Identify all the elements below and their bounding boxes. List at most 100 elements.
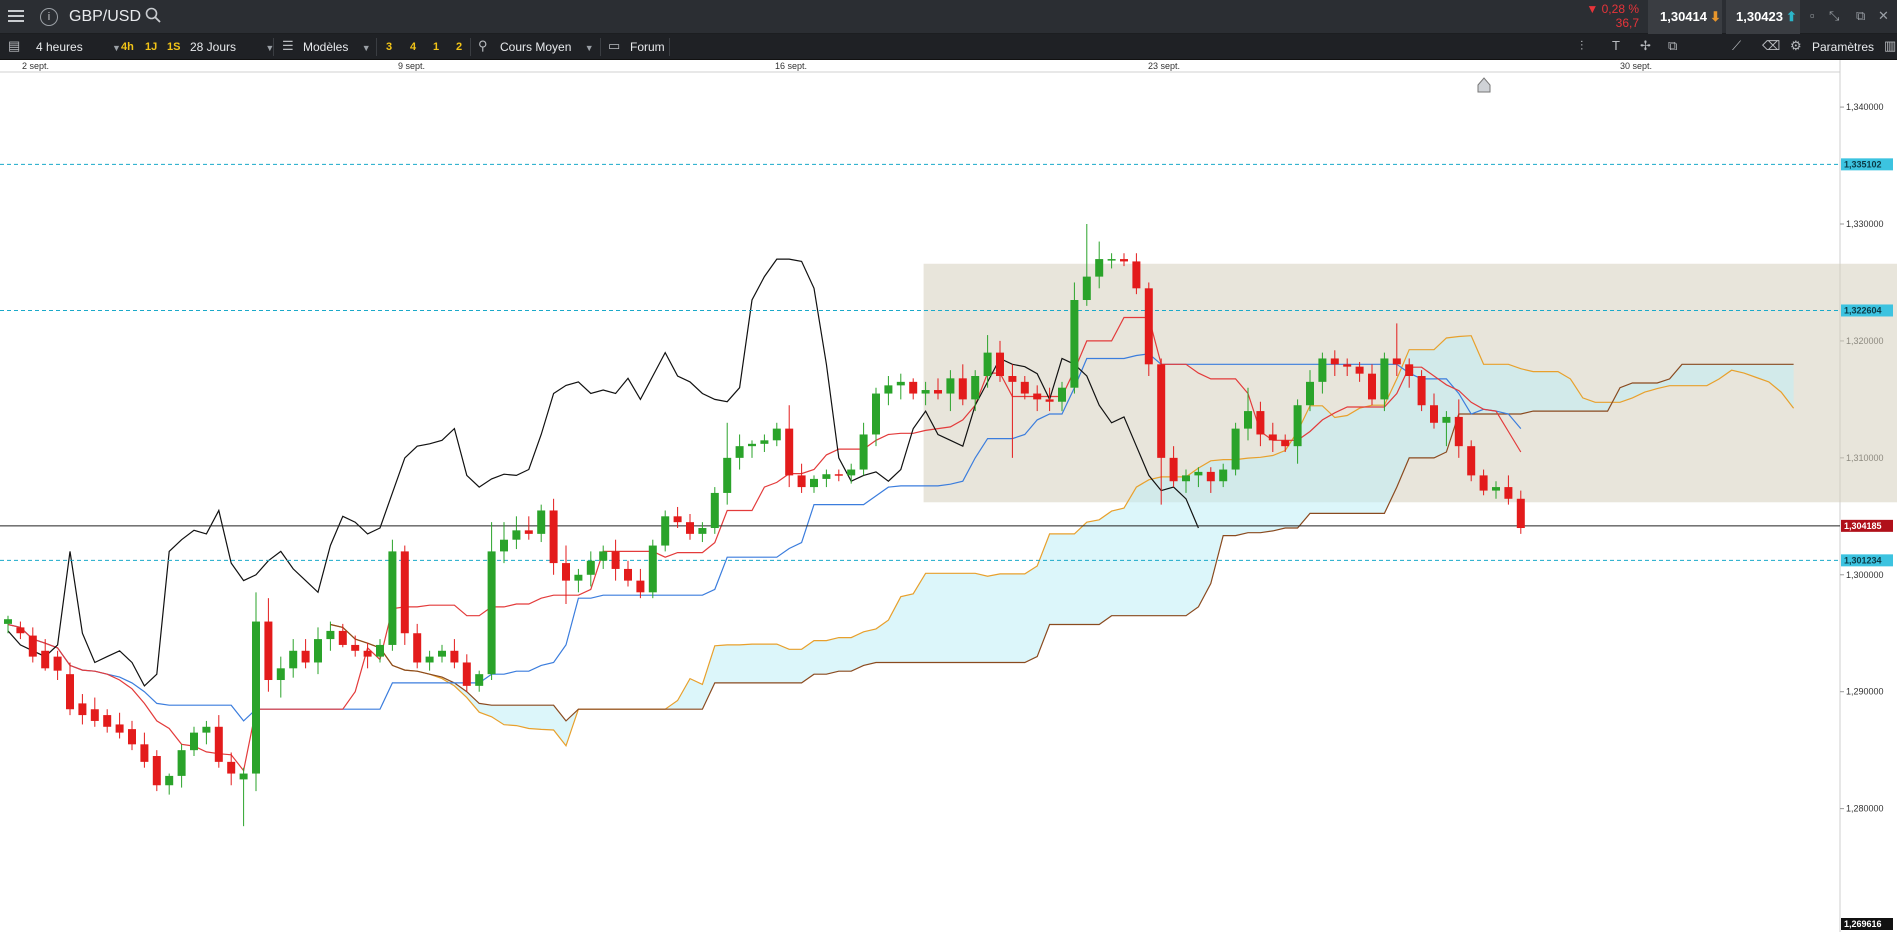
candle-up (1293, 405, 1302, 447)
candle-up (661, 516, 670, 546)
candle-up (1058, 387, 1066, 402)
price-type-select[interactable]: Cours Moyen ▼ (500, 39, 594, 56)
search-icon[interactable] (145, 7, 161, 29)
candle-down (1479, 475, 1488, 491)
candle-up (1219, 469, 1228, 482)
candle-down (1120, 259, 1128, 262)
eraser-icon[interactable]: ⌫ (1762, 38, 1780, 54)
candle-down (562, 563, 570, 581)
chevron-down-icon: ▼ (584, 43, 594, 53)
panel-toggle-icon[interactable]: ▥ (1884, 38, 1896, 54)
candle-down (214, 726, 223, 762)
buy-price-button[interactable]: 1,30423 ⬆ (1726, 0, 1800, 34)
separator (376, 38, 377, 56)
list-icon[interactable]: ▤ (8, 38, 20, 54)
candle-down (1392, 358, 1401, 365)
preset-2[interactable]: 2 (456, 39, 462, 55)
candle-up (252, 621, 260, 774)
price-chart[interactable]: 2 sept. 9 sept. 16 sept. 23 sept. 30 sept. 1,… (0, 60, 1897, 932)
candle-down (301, 650, 310, 663)
candle-up (487, 551, 496, 675)
candle-down (1330, 358, 1339, 365)
candle-up (314, 639, 322, 663)
timeframe-select[interactable]: 4 heures ▼ (36, 39, 121, 56)
info-icon[interactable]: i (40, 8, 58, 26)
candle-down (611, 551, 620, 569)
quick-frame-4h[interactable]: 4h (121, 39, 134, 55)
quick-frame-1j[interactable]: 1J (145, 39, 157, 55)
arrow-down-icon: ⬇ (1710, 9, 1721, 24)
candle-up (1380, 358, 1389, 400)
candle-down (636, 580, 645, 593)
collapse-icon[interactable]: ⤡ (1829, 8, 1839, 24)
crosshair-icon[interactable]: ✢ (1640, 38, 1651, 54)
models-select[interactable]: Modèles ▼ (303, 39, 371, 56)
title-bar: i GBP/USD ▼ 0,28 % 36,7 1,30414 ⬇ 1,30423… (0, 0, 1897, 34)
candle-up (202, 726, 211, 733)
price-level-label: 1,322604 (1844, 305, 1882, 315)
candle-up (537, 510, 546, 534)
quick-frame-1s[interactable]: 1S (167, 39, 180, 55)
candle-down (1157, 364, 1166, 458)
models-label: Modèles (303, 40, 349, 54)
candle-up (4, 619, 12, 624)
chart-canvas[interactable]: 2 sept. 9 sept. 16 sept. 23 sept. 30 sept. 1,… (0, 60, 1897, 932)
candle-up (872, 393, 880, 435)
candle-down (996, 352, 1004, 377)
candle-down (227, 761, 236, 774)
gear-icon[interactable]: ⚙ (1790, 38, 1802, 54)
candle-up (376, 644, 384, 657)
symbol-name[interactable]: GBP/USD (69, 7, 141, 27)
range-select[interactable]: 28 Jours ▼ (190, 39, 274, 56)
change-points: 36,7 (1615, 16, 1639, 30)
candle-down (673, 516, 682, 523)
candle-down (1405, 364, 1414, 377)
date-tick-label: 9 sept. (398, 61, 425, 71)
candle-down (1256, 411, 1265, 435)
candle-up (1244, 411, 1252, 429)
draw-line-icon[interactable]: ⟋ (1732, 38, 1741, 54)
candle-down (834, 474, 843, 476)
separator (669, 38, 670, 56)
candle-down (909, 381, 918, 394)
preset-4[interactable]: 4 (410, 39, 416, 55)
candle-down (624, 568, 632, 581)
hamburger-menu-icon[interactable] (8, 7, 28, 27)
forum-button[interactable]: Forum (630, 39, 665, 55)
candle-up (425, 656, 434, 663)
close-icon[interactable]: ✕ (1878, 8, 1889, 24)
chat-icon: ▭ (608, 38, 621, 53)
popout-icon[interactable]: ⧉ (1856, 8, 1865, 24)
preset-3[interactable]: 3 (386, 39, 392, 55)
separator (600, 38, 601, 56)
candle-down (1132, 261, 1141, 289)
candle-down (140, 744, 149, 762)
candle-up (698, 528, 707, 534)
candle-up (859, 434, 868, 470)
date-tick-label: 16 sept. (775, 61, 807, 71)
price-tick-label: 1,330000 (1846, 219, 1884, 229)
candle-up (475, 674, 484, 686)
candle-down (1169, 457, 1178, 482)
settings-button[interactable]: Paramètres (1812, 39, 1874, 55)
candle-up (574, 574, 583, 581)
candle-down (462, 662, 471, 686)
range-label: 28 Jours (190, 40, 237, 54)
indicators-icon[interactable]: ⫶ (1580, 38, 1583, 54)
candle-up (1231, 428, 1240, 470)
candle-up (760, 440, 769, 444)
candle-up (599, 551, 608, 561)
layers-icon[interactable]: ⧉ (1668, 38, 1677, 54)
candle-up (586, 560, 595, 575)
candle-down (1268, 434, 1277, 441)
restore-icon[interactable]: ▫ (1810, 8, 1815, 23)
price-level-label: 1,335102 (1844, 159, 1882, 169)
preset-1[interactable]: 1 (433, 39, 439, 55)
candle-down (1454, 416, 1463, 447)
bottom-price-label: 1,269616 (1844, 919, 1882, 929)
sell-price-button[interactable]: 1,30414 ⬇ (1648, 0, 1722, 34)
candle-up (1306, 381, 1314, 406)
candle-down (1504, 487, 1513, 499)
text-icon[interactable]: T (1612, 38, 1620, 53)
candle-down (28, 635, 37, 657)
